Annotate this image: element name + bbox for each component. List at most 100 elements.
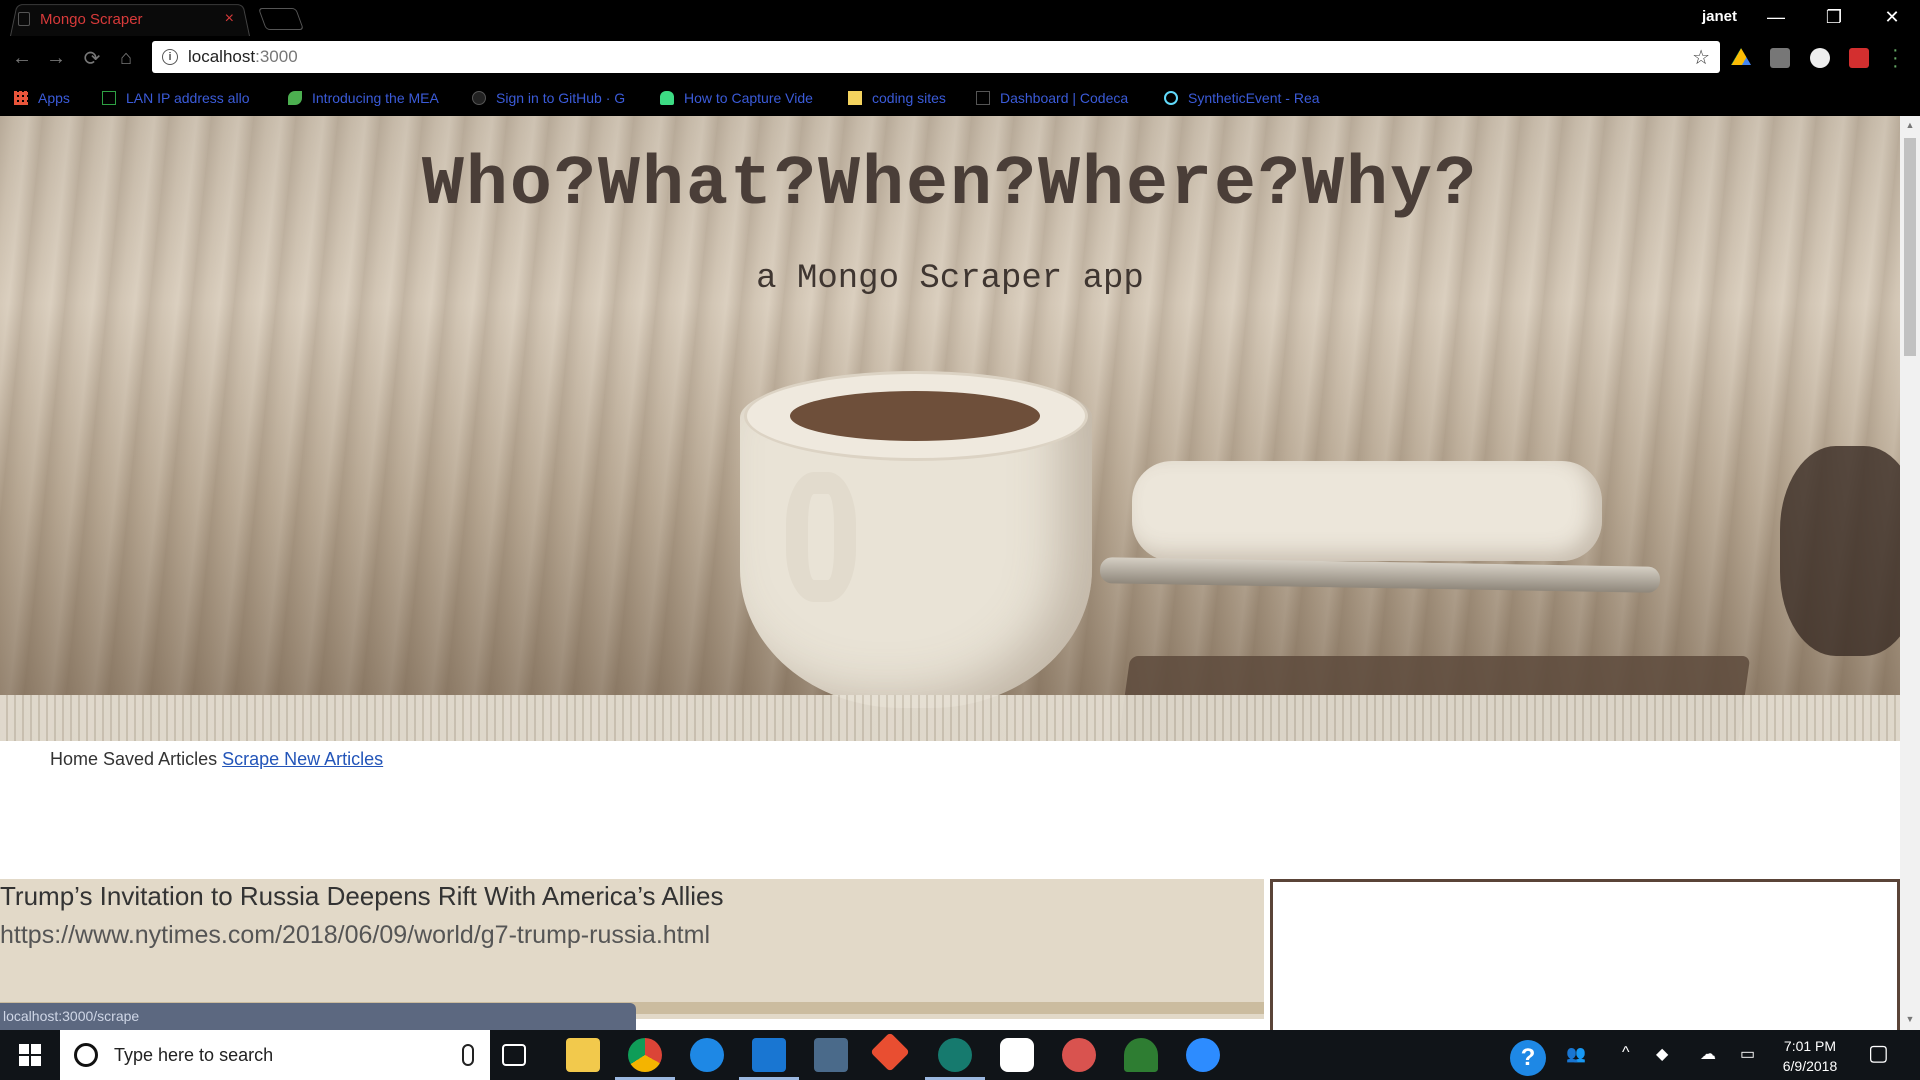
bookmark-capture-video[interactable]: How to Capture Vide: [660, 88, 830, 108]
status-bar-url: localhost:3000/scrape: [0, 1003, 636, 1030]
hero-subtitle: a Mongo Scraper app: [756, 260, 1144, 298]
windows-taskbar: Type here to search ? 👥 ^ ◆ ☁ ▭ 7:01 PM …: [0, 1030, 1920, 1080]
bookmark-star-icon[interactable]: ☆: [1692, 45, 1710, 70]
browser-titlebar: Mongo Scraper × janet — ❐ ✕: [0, 0, 1920, 36]
hero-image-phone: [1132, 461, 1602, 561]
article-title[interactable]: Trump’s Invitation to Russia Deepens Rif…: [0, 881, 723, 912]
reload-button[interactable]: ⟳: [80, 46, 104, 70]
microphone-icon[interactable]: [462, 1044, 474, 1066]
bookmark-label: How to Capture Vide: [684, 90, 813, 106]
browser-tab[interactable]: Mongo Scraper ×: [18, 9, 248, 29]
windows-logo-icon: [19, 1044, 41, 1066]
clock-date: 6/9/2018: [1782, 1058, 1838, 1074]
back-button[interactable]: ←: [10, 46, 34, 70]
scroll-thumb[interactable]: [1904, 138, 1916, 356]
hero-image-glasses: [1780, 446, 1900, 656]
firefox-icon[interactable]: [690, 1038, 724, 1072]
extension-icon[interactable]: [1770, 48, 1790, 68]
page-scrollbar[interactable]: ▲ ▼: [1900, 116, 1920, 1030]
people-icon[interactable]: 👥: [1566, 1044, 1586, 1064]
address-bar[interactable]: i localhost:3000 ☆: [152, 41, 1720, 73]
nav-saved-articles-link[interactable]: Saved Articles: [103, 749, 217, 769]
search-placeholder: Type here to search: [114, 1044, 274, 1065]
battery-icon[interactable]: ▭: [1740, 1044, 1755, 1064]
tray-chevron-icon[interactable]: ^: [1622, 1044, 1630, 1062]
task-view-icon[interactable]: [502, 1044, 526, 1066]
bookmark-apps[interactable]: Apps: [14, 88, 84, 108]
start-button[interactable]: [0, 1030, 60, 1080]
bookmark-label: Apps: [38, 90, 70, 106]
bookmark-mean[interactable]: Introducing the MEA: [288, 88, 456, 108]
bookmark-coding-sites[interactable]: coding sites: [848, 88, 968, 108]
browser-menu-icon[interactable]: · · ·: [1892, 40, 1899, 76]
vscode-icon[interactable]: [752, 1038, 786, 1072]
nav-scrape-articles-link[interactable]: Scrape New Articles: [222, 749, 383, 769]
leaf-icon: [288, 91, 302, 105]
paint-icon[interactable]: [1062, 1038, 1096, 1072]
github-icon: [472, 91, 486, 105]
notes-panel: [1270, 879, 1900, 1030]
bookmarks-bar: Apps LAN IP address allo Introducing the…: [0, 78, 1920, 116]
hero-banner: Who?What?When?Where?Why? a Mongo Scraper…: [0, 116, 1900, 741]
tab-close-icon[interactable]: ×: [225, 10, 234, 28]
bookmark-label: Introducing the MEA: [312, 90, 439, 106]
site-info-icon[interactable]: i: [162, 49, 178, 65]
folder-icon: [848, 91, 862, 105]
robo3t-icon[interactable]: [1124, 1038, 1158, 1072]
restore-button[interactable]: ❐: [1806, 0, 1862, 34]
hero-image-pen: [1099, 557, 1661, 593]
bookmark-label: coding sites: [872, 90, 946, 106]
profile-name[interactable]: janet: [1702, 8, 1737, 25]
file-explorer-icon[interactable]: [566, 1038, 600, 1072]
nav-home-link[interactable]: Home: [50, 749, 98, 769]
url-host: localhost: [188, 47, 256, 66]
new-tab-button[interactable]: [257, 8, 305, 30]
git-icon[interactable]: [870, 1032, 910, 1072]
react-icon: [1164, 91, 1178, 105]
address-url[interactable]: localhost:3000: [188, 47, 298, 67]
taskbar-search[interactable]: Type here to search: [60, 1030, 490, 1080]
forward-button[interactable]: →: [44, 46, 68, 70]
page-icon: [102, 91, 116, 105]
gitkraken-icon[interactable]: [938, 1038, 972, 1072]
bookmark-label: Dashboard | Codeca: [1000, 90, 1129, 106]
onedrive-icon[interactable]: ☁: [1700, 1044, 1716, 1064]
close-window-button[interactable]: ✕: [1864, 0, 1920, 34]
mysql-workbench-icon[interactable]: [814, 1038, 848, 1072]
article-card: Trump’s Invitation to Russia Deepens Rif…: [0, 879, 1264, 1019]
help-icon[interactable]: ?: [1510, 1040, 1546, 1076]
hero-image-cup-handle: [786, 472, 856, 602]
slack-icon[interactable]: [1000, 1038, 1034, 1072]
clock-time: 7:01 PM: [1783, 1038, 1837, 1054]
taskbar-clock[interactable]: 7:01 PM 6/9/2018: [1772, 1036, 1848, 1076]
cors-extension-icon[interactable]: [1849, 48, 1869, 68]
scroll-up-icon[interactable]: ▲: [1904, 120, 1916, 132]
bookmark-label: Sign in to GitHub · G: [496, 90, 626, 106]
url-port: :3000: [255, 47, 298, 66]
dropbox-icon[interactable]: ◆: [1656, 1044, 1668, 1064]
google-drive-icon[interactable]: [1731, 48, 1751, 65]
apps-grid-icon: [14, 91, 28, 105]
site-nav: Home Saved Articles Scrape New Articles: [50, 749, 383, 770]
hero-image-tray: [1117, 656, 1751, 741]
cortana-icon: [74, 1043, 98, 1067]
hero-image-coffee: [790, 391, 1040, 441]
chrome-icon[interactable]: [628, 1038, 662, 1072]
page-favicon-icon: [18, 12, 30, 26]
scroll-down-icon[interactable]: ▼: [1904, 1014, 1916, 1026]
action-center-icon[interactable]: ▢: [1868, 1040, 1889, 1066]
article-link[interactable]: https://www.nytimes.com/2018/06/09/world…: [0, 921, 710, 950]
hero-title: Who?What?When?Where?Why?: [421, 146, 1479, 225]
bookmark-github[interactable]: Sign in to GitHub · G: [472, 88, 642, 108]
bookmark-label: SyntheticEvent - Rea: [1188, 90, 1320, 106]
extension-circle-icon[interactable]: [1810, 48, 1830, 68]
bookmark-label: LAN IP address allo: [126, 90, 250, 106]
bookmark-codecademy[interactable]: Dashboard | Codeca: [976, 88, 1146, 108]
page-viewport: Who?What?When?Where?Why? a Mongo Scraper…: [0, 116, 1900, 1030]
tab-title: Mongo Scraper: [40, 10, 143, 28]
minimize-button[interactable]: —: [1748, 0, 1804, 34]
bookmark-lan-ip[interactable]: LAN IP address allo: [102, 88, 264, 108]
bookmark-synthetic-event[interactable]: SyntheticEvent - Rea: [1164, 88, 1334, 108]
zoom-icon[interactable]: [1186, 1038, 1220, 1072]
home-button[interactable]: ⌂: [114, 46, 138, 70]
